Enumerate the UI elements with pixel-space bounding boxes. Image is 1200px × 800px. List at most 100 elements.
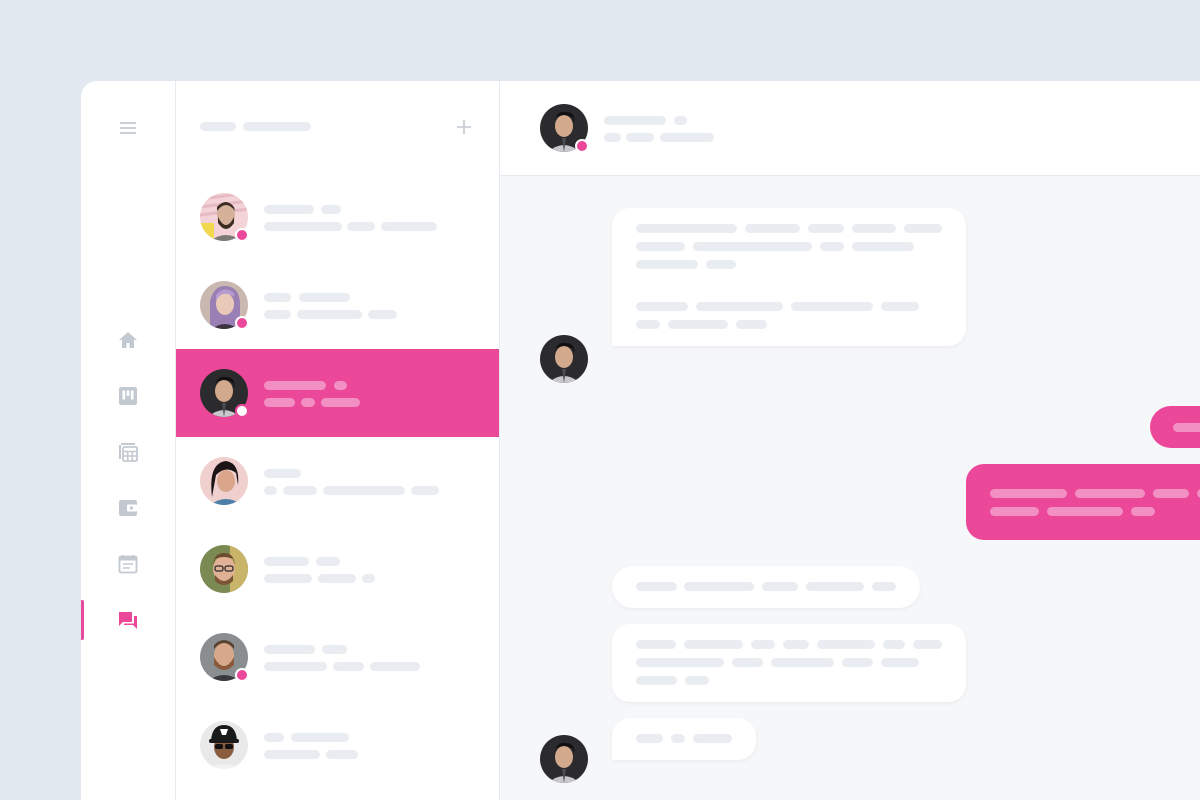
sender-avatar (540, 735, 588, 783)
message-text-placeholder (762, 582, 798, 591)
message-text-placeholder (636, 658, 724, 667)
message-text-placeholder (852, 242, 914, 251)
list-title-placeholder (243, 122, 311, 131)
preview-placeholder (318, 574, 356, 583)
home-icon[interactable] (116, 328, 140, 352)
message-text-placeholder (668, 320, 728, 329)
message-text-placeholder (636, 320, 660, 329)
message-text-placeholder (693, 242, 812, 251)
message-text-placeholder (671, 734, 685, 743)
contact-status-placeholder (604, 133, 621, 142)
conversation-item[interactable] (176, 437, 499, 525)
preview-placeholder (381, 222, 437, 231)
message-text-placeholder (883, 640, 905, 649)
list-title-placeholder (200, 122, 236, 131)
plus-icon[interactable] (454, 117, 474, 137)
incoming-message (612, 624, 966, 702)
preview-placeholder (323, 486, 405, 495)
name-placeholder (264, 205, 314, 214)
chat-icon[interactable] (116, 608, 140, 632)
conversation-item[interactable] (176, 261, 499, 349)
message-text-placeholder (852, 224, 896, 233)
message-text-placeholder (685, 676, 709, 685)
message-text-placeholder (636, 260, 698, 269)
sender-avatar (540, 335, 588, 383)
preview-placeholder (347, 222, 375, 231)
wallet-icon[interactable] (116, 496, 140, 520)
preview-placeholder (326, 750, 358, 759)
preview-placeholder (301, 398, 315, 407)
message-text-placeholder (636, 676, 677, 685)
message-text-placeholder (817, 640, 875, 649)
online-status-dot (235, 316, 249, 330)
preview-placeholder (297, 310, 362, 319)
spreadsheet-icon[interactable] (116, 440, 140, 464)
message-text-placeholder (706, 260, 736, 269)
avatar (200, 633, 249, 682)
message-text-placeholder (820, 242, 844, 251)
message-text-placeholder (745, 224, 800, 233)
app-window (81, 81, 1200, 800)
online-status-dot (235, 668, 249, 682)
preview-placeholder (333, 662, 364, 671)
preview-placeholder (264, 310, 291, 319)
message-text-placeholder (783, 640, 809, 649)
preview-placeholder (264, 750, 320, 759)
message-text-placeholder (881, 302, 919, 311)
message-text-placeholder (636, 302, 688, 311)
nav-rail (81, 81, 176, 800)
message-text-placeholder (1173, 423, 1200, 432)
outgoing-message (966, 464, 1200, 540)
menu-icon[interactable] (116, 116, 140, 140)
message-text-placeholder (1131, 507, 1155, 516)
message-text-placeholder (806, 582, 864, 591)
conversation-item[interactable] (176, 613, 499, 701)
chat-panel (500, 81, 1200, 800)
time-placeholder (291, 733, 349, 742)
preview-placeholder (370, 662, 420, 671)
avatar (200, 193, 249, 242)
conversation-item[interactable] (176, 173, 499, 261)
active-indicator (81, 600, 84, 640)
avatar (200, 721, 248, 769)
name-placeholder (264, 733, 284, 742)
time-placeholder (334, 381, 347, 390)
contact-name-placeholder (604, 116, 666, 125)
online-status-dot (235, 228, 249, 242)
conversation-item[interactable] (176, 525, 499, 613)
preview-placeholder (411, 486, 439, 495)
time-placeholder (321, 205, 341, 214)
message-text-placeholder (842, 658, 873, 667)
conversation-item[interactable] (176, 701, 499, 789)
message-text-placeholder (636, 582, 677, 591)
name-placeholder (264, 645, 315, 654)
preview-placeholder (321, 398, 360, 407)
message-text-placeholder (736, 320, 767, 329)
preview-placeholder (264, 222, 342, 231)
board-icon[interactable] (116, 384, 140, 408)
conversation-item-active[interactable] (176, 349, 499, 437)
message-text-placeholder (990, 507, 1039, 516)
incoming-message (612, 718, 756, 760)
message-text-placeholder (771, 658, 834, 667)
message-text-placeholder (684, 640, 743, 649)
preview-placeholder (264, 486, 277, 495)
incoming-message (612, 208, 966, 346)
message-text-placeholder (636, 734, 663, 743)
message-text-placeholder (1047, 507, 1123, 516)
online-status-dot (235, 404, 249, 418)
contact-avatar[interactable] (540, 104, 589, 153)
message-text-placeholder (904, 224, 942, 233)
name-placeholder (264, 381, 326, 390)
calendar-icon[interactable] (116, 552, 140, 576)
online-status-dot (575, 139, 589, 153)
time-placeholder (322, 645, 347, 654)
message-text-placeholder (913, 640, 942, 649)
name-placeholder (264, 557, 309, 566)
message-text-placeholder (791, 302, 873, 311)
message-text-placeholder (696, 302, 783, 311)
preview-placeholder (362, 574, 375, 583)
avatar (200, 281, 249, 330)
incoming-message (612, 566, 920, 608)
avatar (200, 545, 248, 593)
